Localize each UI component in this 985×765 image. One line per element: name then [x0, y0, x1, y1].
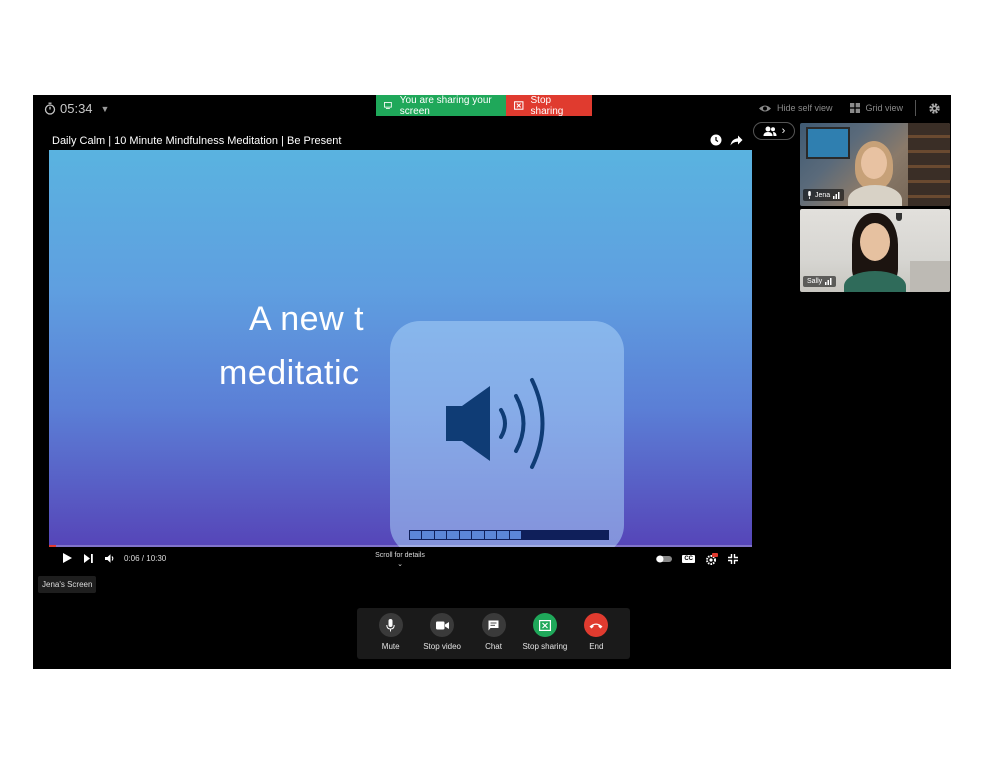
chat-button[interactable]: Chat	[468, 608, 519, 659]
stop-sharing-button-circle	[532, 613, 557, 637]
stopwatch-icon	[44, 102, 56, 115]
scroll-hint-label: Scroll for details	[375, 552, 425, 559]
volume-segment	[422, 531, 434, 539]
end-call-button-circle	[584, 613, 609, 637]
stop-video-label: Stop video	[423, 642, 462, 651]
volume-segment	[434, 531, 447, 539]
stop-sharing-button[interactable]: Stop sharing	[519, 608, 570, 659]
chevron-down-icon: ⌄	[397, 561, 403, 568]
player-controls: 0:06 / 10:30 Scroll for details ⌄ CC	[49, 550, 752, 570]
gear-icon[interactable]	[928, 102, 941, 115]
volume-segment	[447, 531, 459, 539]
video-caption-line1: A new t	[249, 300, 365, 338]
volume-segment	[484, 531, 497, 539]
participant-name: Sally	[807, 278, 823, 285]
hide-self-view-button[interactable]: Hide self view	[758, 103, 833, 113]
people-icon	[763, 126, 777, 136]
shared-video[interactable]: A new t meditatic	[49, 150, 752, 547]
stop-share-icon	[514, 101, 524, 110]
share-arrow-icon[interactable]	[730, 135, 743, 146]
chat-label: Chat	[485, 642, 502, 651]
mic-icon	[808, 191, 811, 199]
settings-hd-icon[interactable]	[705, 553, 718, 565]
captions-button[interactable]: CC	[682, 555, 695, 563]
meeting-timer[interactable]: 05:34 ▼	[44, 101, 109, 116]
divider	[915, 100, 916, 116]
camera-icon	[435, 621, 449, 629]
mute-label: Mute	[381, 642, 400, 651]
volume-segment	[497, 531, 509, 539]
phone-end-icon	[589, 623, 603, 628]
volume-overlay	[390, 321, 624, 547]
volume-segment	[559, 531, 571, 539]
chevron-right-icon: ›	[781, 125, 786, 137]
mic-icon	[386, 618, 395, 631]
volume-segment	[472, 531, 484, 539]
player-controls-left: 0:06 / 10:30	[63, 553, 166, 563]
playback-progress-fill	[49, 545, 57, 547]
stop-sharing-label: Stop sharing	[522, 642, 568, 651]
participant-tile-sally[interactable]: Sally	[800, 209, 950, 292]
end-call-button[interactable]: End	[571, 608, 622, 659]
volume-icon[interactable]	[105, 553, 116, 563]
volume-segment	[596, 531, 608, 539]
exit-fullscreen-icon[interactable]	[728, 554, 738, 564]
view-controls: Hide self view Grid view	[758, 100, 941, 116]
chat-button-circle	[481, 613, 506, 637]
stop-share-icon	[538, 619, 551, 631]
sharing-text: You are sharing your screen	[399, 95, 492, 117]
video-caption-line2: meditatic	[219, 354, 360, 392]
screen-share-banner: You are sharing your screen Stop sharing	[376, 95, 592, 117]
end-label: End	[589, 642, 604, 651]
volume-level-bar	[409, 530, 609, 540]
stop-sharing-text: Stop sharing	[530, 95, 564, 117]
signal-icon	[833, 191, 840, 199]
grid-view-label: Grid view	[865, 103, 903, 113]
participant-label-sally: Sally	[803, 276, 837, 287]
play-icon[interactable]	[63, 553, 72, 563]
signal-icon	[825, 278, 832, 285]
timer-value: 05:34	[60, 101, 93, 116]
grid-icon	[850, 103, 861, 113]
mute-button-circle	[378, 613, 403, 637]
video-title[interactable]: Daily Calm | 10 Minute Mindfulness Medit…	[52, 135, 341, 147]
meeting-toolbar: Mute Stop video Chat Stop sharing End	[357, 608, 630, 659]
volume-segment	[459, 531, 472, 539]
volume-segment	[521, 531, 534, 539]
clock-icon[interactable]	[710, 134, 722, 146]
next-icon[interactable]	[84, 553, 93, 563]
meeting-window: 05:34 ▼ You are sharing your screen Stop…	[33, 95, 951, 669]
chevron-down-icon[interactable]: ▼	[101, 104, 110, 114]
participant-name: Jena	[815, 191, 831, 199]
volume-segment	[571, 531, 584, 539]
grid-view-button[interactable]: Grid view	[850, 103, 903, 113]
toggle-icon[interactable]	[656, 555, 673, 563]
stop-video-button-circle	[430, 613, 455, 637]
participant-tile-jena[interactable]: Jena	[800, 123, 950, 206]
volume-segment	[534, 531, 546, 539]
speaker-icon	[446, 378, 545, 469]
chat-icon	[488, 620, 499, 630]
screen-owner-label: Jena's Screen	[38, 576, 97, 593]
mute-button[interactable]: Mute	[365, 608, 416, 659]
volume-segment	[584, 531, 596, 539]
player-controls-right: CC	[656, 553, 738, 565]
volume-segment	[509, 531, 521, 539]
time-display: 0:06 / 10:30	[124, 553, 167, 563]
stop-video-button[interactable]: Stop video	[416, 608, 467, 659]
screen-icon	[384, 102, 392, 109]
playback-progress-track[interactable]	[49, 545, 752, 547]
video-title-actions	[710, 134, 743, 146]
volume-segment	[546, 531, 559, 539]
sharing-indicator: You are sharing your screen	[376, 95, 506, 117]
stop-sharing-banner-button[interactable]: Stop sharing	[506, 95, 592, 117]
participants-button[interactable]: ›	[753, 122, 795, 140]
participant-label-jena: Jena	[803, 189, 845, 201]
scroll-for-details[interactable]: Scroll for details ⌄	[367, 551, 433, 569]
volume-segment	[410, 531, 422, 539]
eye-icon	[758, 105, 771, 111]
hide-self-view-label: Hide self view	[776, 103, 833, 113]
